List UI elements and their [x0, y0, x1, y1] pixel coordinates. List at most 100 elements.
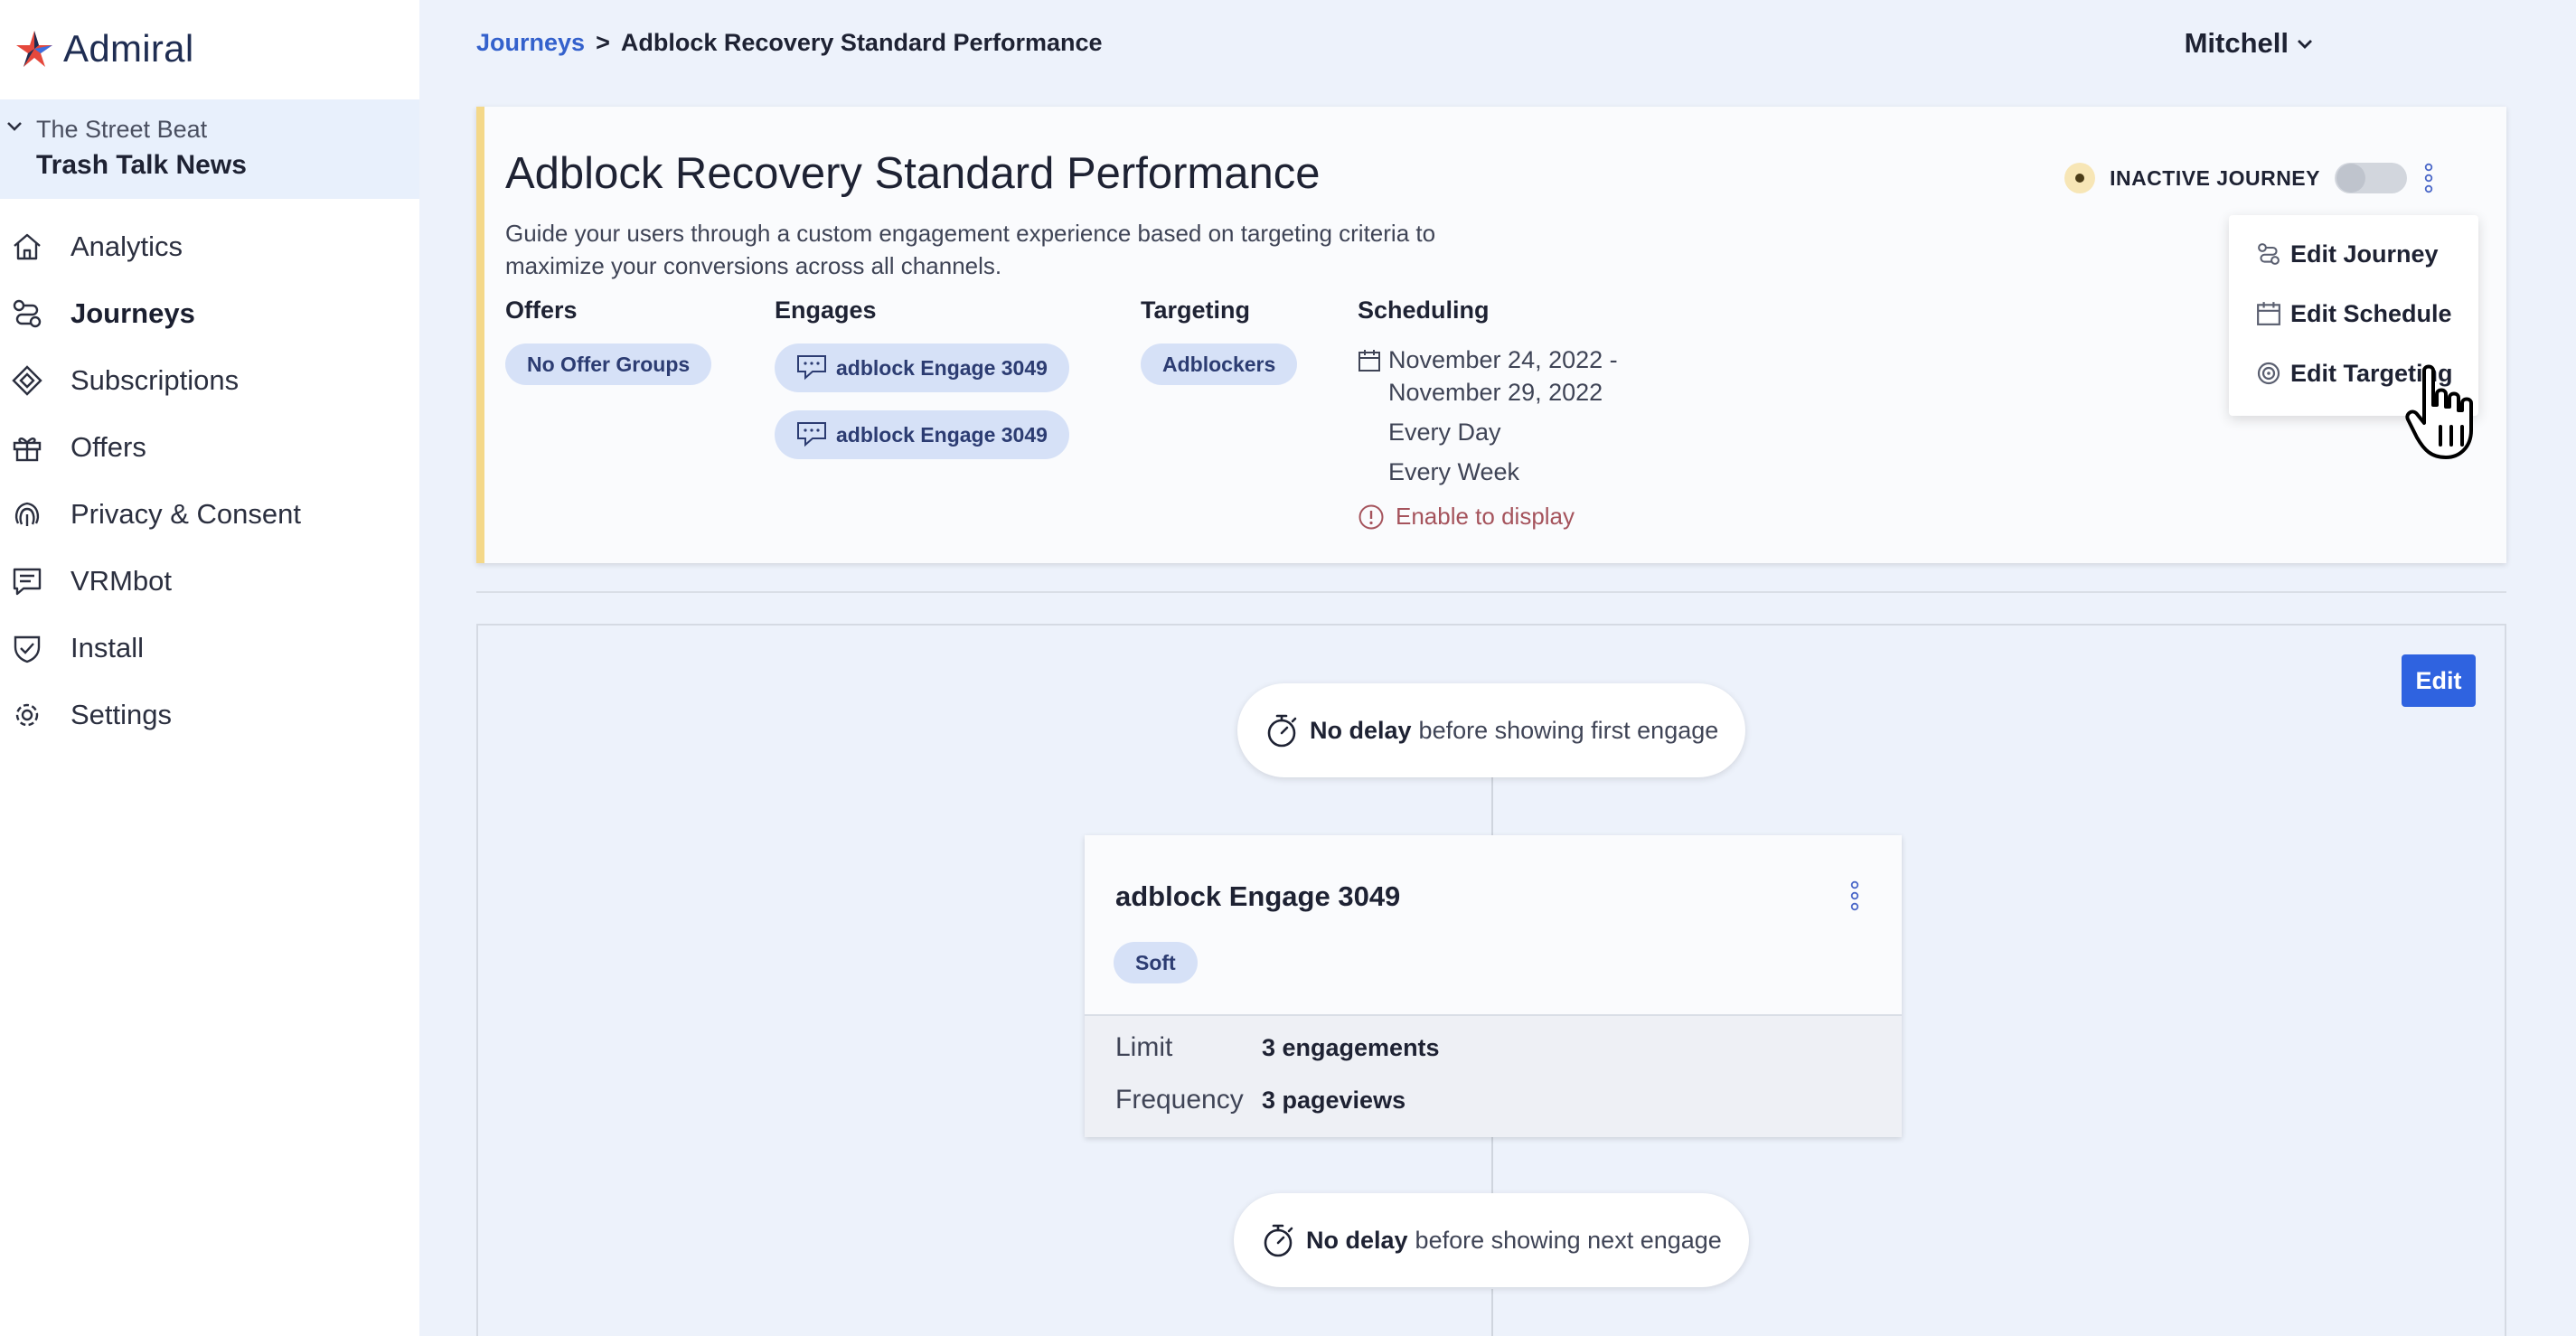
engage-step-title: adblock Engage 3049	[1115, 880, 1401, 912]
engage-more-icon[interactable]	[1849, 880, 1860, 911]
breadcrumb: Journeys > Adblock Recovery Standard Per…	[476, 29, 1103, 57]
limit-value: 3 engagements	[1262, 1033, 1440, 1061]
engage-type-badge: Soft	[1114, 942, 1198, 983]
alert-circle-icon	[1358, 503, 1385, 531]
user-menu[interactable]: Mitchell	[2185, 27, 2314, 60]
sidebar-item-label: Offers	[71, 431, 146, 463]
sidebar-item-label: Subscriptions	[71, 364, 240, 396]
schedule-warning-text: Enable to display	[1396, 503, 1575, 530]
sidebar-item-label: Settings	[71, 699, 173, 730]
schedule-warning: Enable to display	[1358, 503, 1575, 531]
edit-flow-button[interactable]: Edit	[2402, 654, 2476, 707]
frequency-label: Frequency	[1115, 1085, 1244, 1115]
journey-flow-canvas: Edit No delay before showing first engag…	[476, 624, 2506, 1336]
property-name: Trash Talk News	[36, 150, 247, 180]
status-label: INACTIVE JOURNEY	[2110, 165, 2320, 190]
target-icon	[2256, 361, 2281, 386]
hand-cursor-icon	[2404, 363, 2486, 463]
engage-pill-label: adblock Engage 3049	[836, 422, 1048, 447]
menu-item-label: Edit Schedule	[2290, 299, 2452, 327]
breadcrumb-current: Adblock Recovery Standard Performance	[620, 29, 1103, 56]
flow-connector	[1491, 1289, 1493, 1336]
schedule-date-start: November 24, 2022 -	[1388, 346, 1618, 373]
engage-frequency-row: Frequency 3 pageviews	[1115, 1085, 1406, 1115]
home-icon	[11, 231, 51, 263]
brand-name: Admiral	[63, 27, 194, 70]
journey-active-toggle[interactable]	[2335, 163, 2407, 193]
gift-icon	[11, 431, 51, 464]
engages-heading: Engages	[775, 296, 877, 324]
sidebar-item-label: Install	[71, 632, 144, 663]
journey-summary-card: Adblock Recovery Standard Performance Gu…	[476, 107, 2506, 563]
engage-message-icon	[796, 353, 827, 382]
journeys-icon	[11, 297, 51, 330]
sidebar-item-label: Journeys	[71, 297, 195, 329]
engage-message-icon	[796, 420, 827, 449]
calendar-icon	[1358, 349, 1381, 372]
status-indicator-icon	[2064, 163, 2096, 193]
flow-connector	[1491, 1137, 1493, 1197]
engage-pill[interactable]: adblock Engage 3049	[775, 343, 1069, 392]
user-name: Mitchell	[2184, 27, 2289, 59]
stopwatch-icon	[1264, 712, 1299, 748]
sidebar-item-label: VRMbot	[71, 565, 172, 597]
property-switcher[interactable]: The Street Beat Trash Talk News	[0, 99, 419, 199]
limit-label: Limit	[1115, 1032, 1173, 1062]
chevron-down-icon	[5, 118, 24, 136]
delay-next-engage[interactable]: No delay before showing next engage	[1234, 1193, 1749, 1287]
frequency-value: 3 pageviews	[1262, 1086, 1406, 1114]
sidebar-item-label: Privacy & Consent	[71, 498, 301, 530]
admiral-logo-icon	[13, 27, 56, 71]
chevron-down-icon	[2296, 34, 2314, 52]
sidebar-item-label: Analytics	[71, 231, 183, 262]
journey-title: Adblock Recovery Standard Performance	[505, 149, 1321, 198]
journey-description: Guide your users through a custom engage…	[505, 220, 1436, 279]
engage-step-meta: Limit 3 engagements Frequency 3 pageview…	[1085, 1014, 1902, 1137]
property-site: The Street Beat	[36, 116, 208, 143]
offers-heading: Offers	[505, 296, 578, 324]
scheduling-heading: Scheduling	[1358, 296, 1490, 324]
engage-step-card[interactable]: adblock Engage 3049 Soft Limit 3 engagem…	[1085, 835, 1902, 1137]
stopwatch-icon	[1261, 1222, 1295, 1258]
sidebar-nav: Analytics Journeys Subscriptions Offers …	[0, 213, 419, 748]
breadcrumb-journeys-link[interactable]: Journeys	[476, 29, 585, 57]
menu-item-edit-journey[interactable]: Edit Journey	[2229, 224, 2478, 284]
schedule-repeat-daily: Every Day	[1388, 419, 1501, 446]
brand-logo[interactable]: Admiral	[13, 27, 193, 71]
sidebar-item-offers[interactable]: Offers	[0, 414, 419, 481]
sidebar-item-privacy-consent[interactable]: Privacy & Consent	[0, 481, 419, 548]
subscriptions-icon	[11, 364, 51, 397]
shield-check-icon	[11, 632, 51, 664]
fingerprint-icon	[11, 498, 51, 531]
sidebar-item-analytics[interactable]: Analytics	[0, 213, 419, 280]
menu-item-edit-schedule[interactable]: Edit Schedule	[2229, 284, 2478, 343]
delay-next-bold: No delay	[1306, 1226, 1408, 1254]
delay-first-bold: No delay	[1310, 716, 1412, 744]
menu-item-label: Edit Journey	[2290, 240, 2439, 268]
engage-pill-label: adblock Engage 3049	[836, 355, 1048, 380]
journey-more-icon[interactable]	[2423, 163, 2434, 193]
delay-first-engage[interactable]: No delay before showing first engage	[1237, 683, 1746, 777]
chat-icon	[11, 565, 51, 597]
targeting-label: Adblockers	[1162, 352, 1276, 376]
offer-group-pill[interactable]: No Offer Groups	[505, 343, 712, 385]
schedule-repeat-weekly: Every Week	[1388, 458, 1520, 485]
breadcrumb-separator: >	[596, 29, 610, 56]
schedule-date-end: November 29, 2022	[1388, 379, 1603, 406]
targeting-heading: Targeting	[1141, 296, 1250, 324]
offer-group-label: No Offer Groups	[527, 352, 691, 376]
sidebar-item-settings[interactable]: Settings	[0, 682, 419, 748]
section-divider	[476, 591, 2506, 593]
sidebar: Admiral The Street Beat Trash Talk News …	[0, 0, 419, 1336]
journeys-icon	[2256, 241, 2281, 267]
gear-icon	[11, 699, 51, 731]
sidebar-item-subscriptions[interactable]: Subscriptions	[0, 347, 419, 414]
delay-first-text: before showing first engage	[1418, 716, 1719, 744]
engage-pill[interactable]: adblock Engage 3049	[775, 410, 1069, 459]
targeting-pill[interactable]: Adblockers	[1141, 343, 1298, 385]
sidebar-item-install[interactable]: Install	[0, 615, 419, 682]
engage-limit-row: Limit 3 engagements	[1115, 1032, 1440, 1063]
delay-next-text: before showing next engage	[1415, 1226, 1722, 1254]
sidebar-item-journeys[interactable]: Journeys	[0, 280, 419, 347]
sidebar-item-vrmbot[interactable]: VRMbot	[0, 548, 419, 615]
